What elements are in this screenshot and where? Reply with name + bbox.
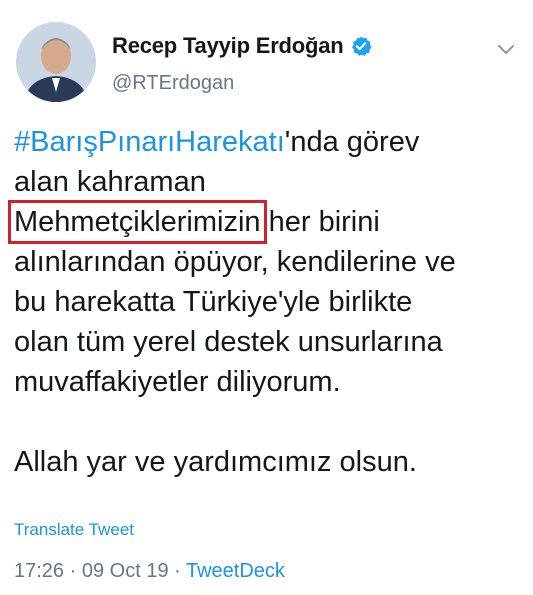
tweet-line-8: Allah yar ve yardımcımız olsun. bbox=[14, 446, 417, 478]
highlighted-word: Mehmetçiklerimizin bbox=[8, 200, 267, 244]
translate-tweet-link[interactable]: Translate Tweet bbox=[14, 520, 134, 540]
tweet-line-7: muvaffakiyetler diliyorum. bbox=[14, 366, 341, 398]
tweet-line-4: alınlarından öpüyor, kendilerine ve bbox=[14, 246, 456, 278]
name-row: Recep Tayyip Erdoğan bbox=[112, 32, 372, 60]
tweet-time[interactable]: 17:26 bbox=[14, 560, 64, 582]
tweet-text-segment: her birini bbox=[260, 206, 380, 238]
tweet-line-3: Mehmetçiklerimizin her birini bbox=[8, 200, 524, 244]
hashtag-link[interactable]: #BarışPınarıHarekatı bbox=[14, 126, 285, 158]
avatar[interactable] bbox=[16, 22, 96, 102]
tweet-line-6: olan tüm yerel destek unsurlarına bbox=[14, 326, 443, 358]
meta-separator: · bbox=[64, 560, 82, 582]
tweet-text: #BarışPınarıHarekatı'nda görev alan kahr… bbox=[8, 122, 524, 482]
tweet-header: Recep Tayyip Erdoğan @RTErdogan bbox=[16, 20, 521, 104]
tweet-card: Recep Tayyip Erdoğan @RTErdogan #BarışPı… bbox=[0, 0, 533, 595]
user-handle[interactable]: @RTErdogan bbox=[112, 72, 234, 95]
tweet-meta: 17:26 · 09 Oct 19 · TweetDeck bbox=[14, 560, 285, 583]
tweet-date[interactable]: 09 Oct 19 bbox=[82, 560, 169, 582]
tweet-line-1: #BarışPınarıHarekatı'nda görev bbox=[14, 122, 524, 162]
tweet-line-5: bu harekatta Türkiye'yle birlikte bbox=[14, 286, 413, 318]
meta-separator: · bbox=[168, 560, 186, 582]
tweet-text-segment: 'nda görev bbox=[284, 126, 420, 158]
tweet-line-2: alan kahraman bbox=[14, 166, 206, 198]
verified-badge-icon bbox=[350, 35, 372, 57]
chevron-down-icon[interactable] bbox=[495, 38, 517, 60]
tweet-source-link[interactable]: TweetDeck bbox=[186, 560, 285, 582]
display-name[interactable]: Recep Tayyip Erdoğan bbox=[112, 33, 344, 59]
